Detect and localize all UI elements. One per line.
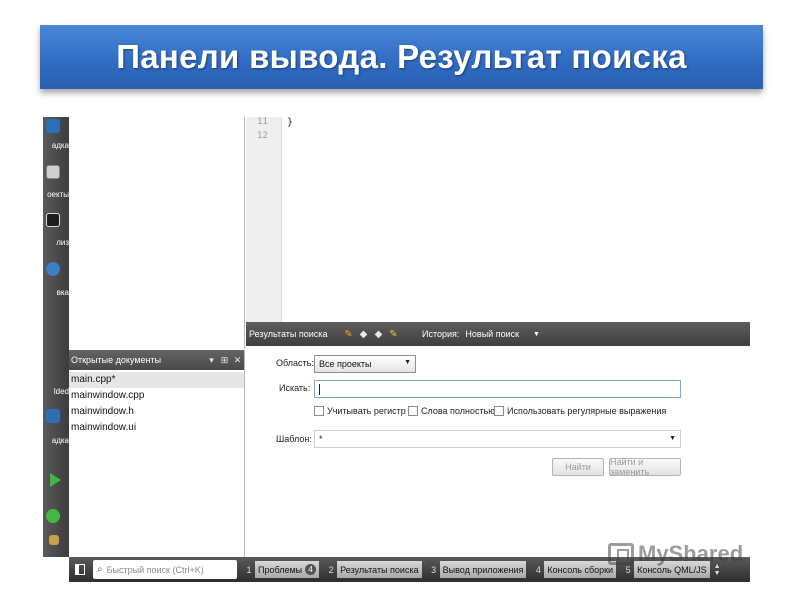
text-caret	[319, 384, 320, 395]
document-item[interactable]: main.cpp*	[69, 372, 244, 388]
prev-item-icon[interactable]: ◆	[357, 328, 370, 341]
search-form: Область: Все проекты ▼ Искать: Учитывать…	[246, 346, 750, 557]
pattern-value: *	[319, 434, 323, 444]
checkbox-icon[interactable]	[314, 406, 324, 416]
regex-checkbox[interactable]: Использовать регулярные выражения	[494, 406, 666, 416]
find-replace-button[interactable]: Найти и заменить	[609, 457, 681, 477]
tab-label: Консоль сборки	[544, 561, 617, 578]
line-number: 11	[257, 117, 268, 127]
watermark: MyShared	[608, 537, 768, 571]
scope-label: Область:	[276, 358, 314, 368]
tab-number: 1	[246, 564, 252, 575]
mode-item-debug[interactable]: адка	[43, 141, 69, 150]
document-item[interactable]: mainwindow.ui	[69, 420, 244, 436]
line-number: 12	[257, 131, 268, 141]
qt-creator-window: адка оекты лиз вка lded адка Открытые до…	[43, 117, 750, 582]
chevron-down-icon[interactable]: ▼	[533, 331, 540, 338]
slide: Панели вывода. Результат поиска адка оек…	[0, 0, 800, 600]
tab-number: 4	[535, 564, 541, 575]
case-sensitive-label: Учитывать регистр	[327, 406, 406, 416]
analyze-icon[interactable]	[46, 213, 60, 227]
mode-item-debug-run[interactable]: адка	[43, 436, 69, 445]
scope-value: Все проекты	[319, 359, 372, 369]
title-banner: Панели вывода. Результат поиска	[40, 25, 763, 89]
slide-title: Панели вывода. Результат поиска	[116, 38, 687, 75]
tab-label: Результаты поиска	[337, 561, 422, 578]
debug-run-icon[interactable]	[46, 509, 60, 523]
pattern-label: Шаблон:	[276, 434, 312, 444]
quick-search-input[interactable]: ⌕ Быстрый поиск (Ctrl+K)	[93, 560, 237, 579]
open-documents-title: Открытые документы	[71, 355, 162, 365]
scope-select[interactable]: Все проекты ▼	[314, 355, 416, 373]
mode-item-help[interactable]: вка	[43, 288, 69, 297]
search-icon: ⌕	[97, 564, 103, 575]
history-select[interactable]: Новый поиск	[465, 329, 519, 339]
document-item[interactable]: mainwindow.h	[69, 404, 244, 420]
chevron-down-icon[interactable]: ▼	[669, 435, 676, 442]
sidebar-toggle-icon[interactable]	[71, 560, 89, 580]
mode-item-target[interactable]: lded	[43, 387, 69, 396]
expand-all-icon[interactable]: ✎	[342, 328, 355, 341]
search-input[interactable]	[314, 380, 681, 398]
close-icon[interactable]: ✕	[231, 355, 244, 366]
line-number-gutter: 11 12	[246, 117, 282, 322]
history-label: История:	[422, 329, 460, 339]
output-tab-problems[interactable]: 1 Проблемы 4	[243, 560, 320, 579]
mode-bar: адка оекты лиз вка lded адка	[43, 117, 69, 557]
code-editor[interactable]: 11 12 }	[246, 117, 750, 322]
case-sensitive-checkbox[interactable]: Учитывать регистр	[314, 406, 406, 416]
tab-label: Вывод приложения	[439, 561, 527, 578]
find-label: Искать:	[279, 383, 311, 393]
projects-icon[interactable]	[46, 165, 60, 179]
document-item[interactable]: mainwindow.cpp	[69, 388, 244, 404]
watermark-logo-icon	[608, 543, 634, 565]
help-icon[interactable]	[46, 262, 60, 276]
output-tab-compile-output[interactable]: 4 Консоль сборки	[532, 560, 617, 579]
next-item-icon[interactable]: ◆	[372, 328, 385, 341]
build-icon[interactable]	[49, 535, 59, 545]
regex-label: Использовать регулярные выражения	[507, 406, 667, 416]
new-search-icon[interactable]: ✎	[387, 328, 400, 341]
tab-number: 2	[328, 564, 334, 575]
split-icon[interactable]: ⊞	[218, 355, 231, 366]
search-results-toolbar: Результаты поиска ✎ ◆ ◆ ✎ История: Новый…	[246, 322, 750, 346]
debug-icon[interactable]	[46, 119, 60, 133]
output-tab-search-results[interactable]: 2 Результаты поиска	[325, 560, 422, 579]
quick-search-placeholder: Быстрый поиск (Ctrl+K)	[106, 564, 204, 575]
build-target-icon[interactable]	[46, 409, 60, 423]
chevron-down-icon: ▼	[404, 359, 411, 366]
open-documents-list: main.cpp* mainwindow.cpp mainwindow.h ma…	[69, 370, 244, 436]
run-icon[interactable]	[50, 473, 61, 487]
checkbox-icon[interactable]	[494, 406, 504, 416]
open-documents-panel: Открытые документы ▾ ⊞ ✕ main.cpp* mainw…	[69, 350, 245, 557]
tab-number: 3	[431, 564, 437, 575]
dropdown-arrow-icon[interactable]: ▾	[205, 355, 218, 366]
search-results-panel: Результаты поиска ✎ ◆ ◆ ✎ История: Новый…	[246, 322, 750, 557]
mode-item-projects[interactable]: оекты	[43, 190, 69, 199]
count-badge: 4	[305, 564, 317, 575]
watermark-text: MyShared	[638, 541, 744, 566]
output-tab-app-output[interactable]: 3 Вывод приложения	[428, 560, 527, 579]
find-button[interactable]: Найти	[552, 458, 604, 476]
pattern-field[interactable]: * ▼	[314, 430, 681, 448]
open-documents-header: Открытые документы ▾ ⊞ ✕	[69, 350, 244, 370]
checkbox-icon[interactable]	[408, 406, 418, 416]
mode-item-analyze[interactable]: лиз	[43, 238, 69, 247]
search-results-title: Результаты поиска	[249, 329, 328, 339]
tab-label: Проблемы	[258, 564, 303, 575]
left-panel-empty	[69, 117, 245, 349]
whole-words-label: Слова полностью	[421, 406, 496, 416]
code-line: }	[287, 117, 294, 128]
whole-words-checkbox[interactable]: Слова полностью	[408, 406, 495, 416]
